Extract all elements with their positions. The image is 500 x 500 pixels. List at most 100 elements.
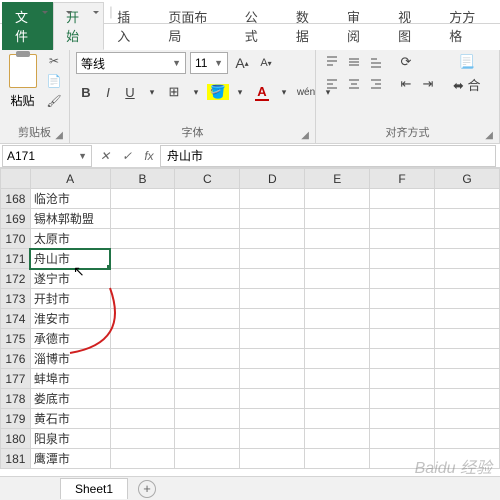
cell[interactable]: 黄石市 (30, 409, 110, 429)
cell[interactable] (370, 289, 435, 309)
cell[interactable]: 阳泉市 (30, 429, 110, 449)
cell[interactable] (175, 409, 240, 429)
cell[interactable] (435, 209, 500, 229)
cell[interactable]: 淮安市 (30, 309, 110, 329)
tab-page-layout[interactable]: 页面布局 (155, 2, 231, 50)
cell[interactable] (110, 349, 175, 369)
cell[interactable] (370, 369, 435, 389)
row-header[interactable]: 180 (1, 429, 31, 449)
tab-insert[interactable]: 插入 (104, 2, 155, 50)
row-header[interactable]: 174 (1, 309, 31, 329)
cell[interactable] (305, 429, 370, 449)
col-header[interactable]: E (305, 169, 370, 189)
cell[interactable] (305, 409, 370, 429)
cell[interactable]: 开封市 (30, 289, 110, 309)
cell[interactable] (175, 449, 240, 469)
cell[interactable] (305, 289, 370, 309)
align-top-icon[interactable] (322, 52, 342, 72)
cell[interactable] (240, 189, 305, 209)
row-header[interactable]: 179 (1, 409, 31, 429)
cell[interactable] (305, 209, 370, 229)
cell[interactable] (435, 249, 500, 269)
underline-dropdown-icon[interactable]: ▾ (142, 82, 162, 102)
cancel-icon[interactable]: ✕ (94, 149, 116, 163)
cell[interactable] (240, 249, 305, 269)
tab-addin[interactable]: 方方格 (436, 2, 500, 50)
col-header[interactable]: B (110, 169, 175, 189)
cell[interactable] (175, 369, 240, 389)
cell[interactable] (175, 329, 240, 349)
cell[interactable] (305, 229, 370, 249)
tab-data[interactable]: 数据 (283, 2, 334, 50)
row-header[interactable]: 181 (1, 449, 31, 469)
col-header[interactable]: A (30, 169, 110, 189)
cell[interactable] (305, 189, 370, 209)
cell[interactable] (110, 249, 175, 269)
tab-formulas[interactable]: 公式 (232, 2, 283, 50)
wrap-text-icon[interactable]: 📃 (448, 52, 486, 72)
cell[interactable] (110, 369, 175, 389)
font-name-combo[interactable]: 等线▼ (76, 52, 186, 74)
cell[interactable] (305, 449, 370, 469)
dialog-launcher-icon[interactable]: ◢ (301, 130, 309, 141)
row-header[interactable]: 176 (1, 349, 31, 369)
orientation-icon[interactable]: ⟳ (396, 52, 416, 72)
align-left-icon[interactable] (322, 74, 342, 94)
font-color-dropdown-icon[interactable]: ▾ (274, 82, 294, 102)
fx-icon[interactable]: fx (138, 149, 160, 163)
cell[interactable] (435, 429, 500, 449)
row-header[interactable]: 175 (1, 329, 31, 349)
cell[interactable] (110, 429, 175, 449)
cell[interactable] (175, 309, 240, 329)
cell[interactable] (175, 389, 240, 409)
paste-button[interactable]: 粘贴 (6, 52, 39, 109)
decrease-indent-icon[interactable]: ⇤ (396, 74, 416, 94)
cell[interactable] (435, 409, 500, 429)
fill-dropdown-icon[interactable]: ▾ (230, 82, 250, 102)
cell[interactable] (370, 269, 435, 289)
cell[interactable] (305, 249, 370, 269)
cell[interactable] (240, 209, 305, 229)
dialog-launcher-icon[interactable]: ◢ (55, 130, 63, 141)
border-button[interactable]: ⊞ (164, 82, 184, 102)
align-middle-icon[interactable] (344, 52, 364, 72)
row-header[interactable]: 178 (1, 389, 31, 409)
tab-home[interactable]: 开始 (53, 2, 104, 50)
cell[interactable] (435, 389, 500, 409)
cell[interactable]: 舟山市 (30, 249, 110, 269)
cell[interactable] (370, 309, 435, 329)
cell[interactable] (175, 349, 240, 369)
cell[interactable] (370, 409, 435, 429)
merge-center-icon[interactable]: ⬌ 合 (448, 74, 486, 94)
cell[interactable]: 遂宁市 (30, 269, 110, 289)
cell[interactable] (175, 209, 240, 229)
cell[interactable] (305, 329, 370, 349)
cell[interactable] (240, 369, 305, 389)
cell[interactable] (240, 329, 305, 349)
cell[interactable] (110, 329, 175, 349)
cell[interactable] (110, 209, 175, 229)
cell[interactable] (175, 289, 240, 309)
cell[interactable] (435, 189, 500, 209)
select-all-corner[interactable] (1, 169, 31, 189)
cell[interactable] (435, 309, 500, 329)
cell[interactable] (175, 229, 240, 249)
cell[interactable] (240, 409, 305, 429)
enter-icon[interactable]: ✓ (116, 149, 138, 163)
cell[interactable] (435, 369, 500, 389)
cell[interactable] (110, 449, 175, 469)
font-color-button[interactable]: A (252, 82, 272, 102)
format-painter-icon[interactable]: 🖌 (45, 92, 63, 110)
underline-button[interactable]: U (120, 82, 140, 102)
cell[interactable] (370, 389, 435, 409)
col-header[interactable]: D (240, 169, 305, 189)
cell[interactable] (370, 249, 435, 269)
increase-font-icon[interactable]: A▴ (232, 53, 252, 73)
tab-file[interactable]: 文件 (2, 2, 53, 50)
cell[interactable]: 鹰潭市 (30, 449, 110, 469)
align-center-icon[interactable] (344, 74, 364, 94)
cell[interactable] (305, 389, 370, 409)
cell[interactable] (110, 309, 175, 329)
cell[interactable] (240, 449, 305, 469)
cell[interactable] (370, 209, 435, 229)
